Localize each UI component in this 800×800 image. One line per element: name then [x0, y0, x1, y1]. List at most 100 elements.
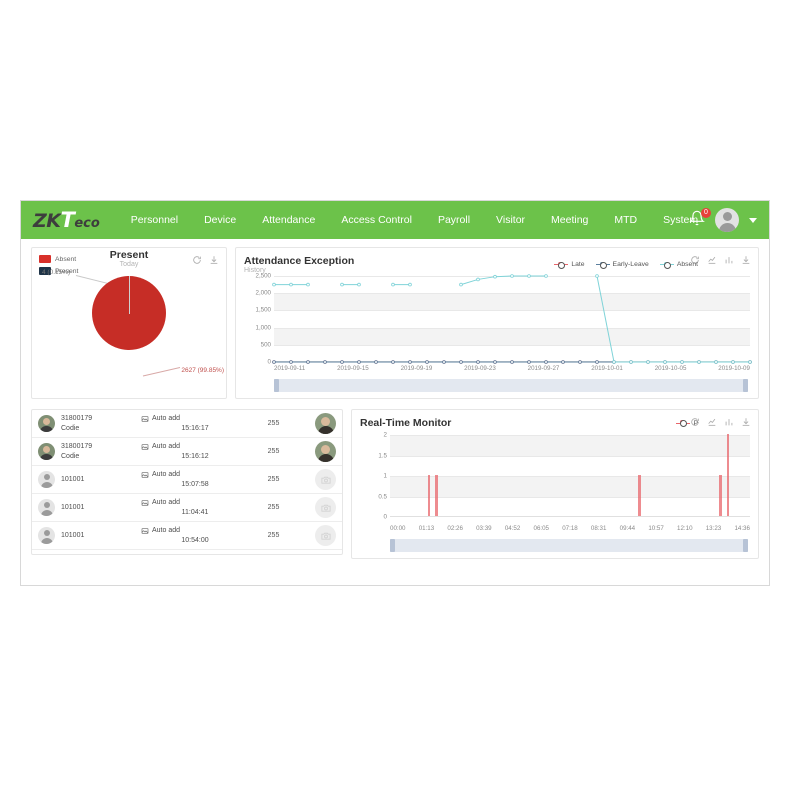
- download-icon[interactable]: [741, 417, 751, 427]
- series-point: [272, 282, 276, 287]
- camera-placeholder-icon[interactable]: [315, 469, 336, 490]
- table-row[interactable]: 31800179 Codie Auto add 15:16:12 255: [32, 438, 342, 466]
- table-row[interactable]: 101001 Auto add 15:07:58 255: [32, 466, 342, 494]
- table-row[interactable]: 31800179 Codie Auto add 15:16:17 255: [32, 410, 342, 438]
- top-navbar: ZKTeco Personnel Device Attendance Acces…: [21, 201, 769, 239]
- exception-range-slider[interactable]: [274, 379, 748, 392]
- series-point: [595, 274, 599, 278]
- slider-handle-left[interactable]: [274, 379, 279, 392]
- camera-icon: [320, 504, 331, 512]
- series-point: [578, 360, 582, 364]
- chevron-down-icon[interactable]: [749, 217, 757, 223]
- nav-item-attendance[interactable]: Attendance: [249, 201, 328, 239]
- nav-item-personnel[interactable]: Personnel: [118, 201, 191, 239]
- record-value: 255: [267, 420, 280, 427]
- series-point: [459, 360, 463, 364]
- x-tick-label: 10:57: [648, 525, 664, 532]
- slider-handle-left[interactable]: [390, 539, 395, 552]
- record-identity: 101001: [61, 531, 141, 541]
- record-event-time: 15:16:17: [181, 424, 209, 432]
- series-point: [663, 360, 667, 364]
- legend-item-late[interactable]: Late: [554, 261, 585, 269]
- record-event-label: Auto add: [152, 498, 181, 506]
- nav-item-mtd[interactable]: MTD: [601, 201, 650, 239]
- y-tick-label: 1,500: [255, 306, 271, 314]
- series-point: [408, 360, 412, 364]
- pie-label-absent: 2627 (99.85%): [181, 367, 224, 374]
- record-value: 255: [267, 448, 280, 455]
- legend-marker-p: [676, 420, 691, 427]
- refresh-icon[interactable]: [192, 255, 202, 265]
- image-icon: [141, 471, 149, 478]
- x-tick-label: 03:39: [476, 525, 492, 532]
- nav-item-visitor[interactable]: Visitor: [483, 201, 538, 239]
- table-row[interactable]: 101001 Auto add 10:54:00 255: [32, 522, 342, 550]
- bar-chart-icon[interactable]: [724, 417, 734, 427]
- x-tick-label: 2019-10-09: [718, 365, 750, 372]
- record-value: 255: [267, 532, 280, 539]
- slider-handle-right[interactable]: [743, 539, 748, 552]
- series-line: [596, 275, 750, 363]
- refresh-icon[interactable]: [690, 255, 700, 265]
- plot-band: [390, 435, 750, 456]
- zkteco-logo[interactable]: ZKTeco: [33, 209, 100, 231]
- camera-placeholder-icon[interactable]: [315, 525, 336, 546]
- download-icon[interactable]: [741, 255, 751, 265]
- pie-leader-line-absent: [142, 367, 181, 377]
- y-tick-label: 1.5: [378, 452, 387, 459]
- legend-swatch-absent: [39, 255, 51, 263]
- user-avatar-icon[interactable]: [715, 208, 739, 232]
- notification-badge: 0: [701, 208, 711, 218]
- nav-item-meeting[interactable]: Meeting: [538, 201, 601, 239]
- record-event: Auto add 10:54:00: [141, 526, 237, 546]
- camera-icon: [320, 532, 331, 540]
- record-event-time: 15:07:58: [181, 480, 209, 488]
- camera-placeholder-icon[interactable]: [315, 497, 336, 518]
- x-tick-label: 00:00: [390, 525, 406, 532]
- notification-bell-button[interactable]: 0: [689, 208, 711, 230]
- series-line: [460, 275, 546, 286]
- monitor-range-slider[interactable]: [390, 539, 748, 552]
- series-point: [544, 360, 548, 364]
- download-icon[interactable]: [209, 255, 219, 265]
- nav-item-access-control[interactable]: Access Control: [328, 201, 425, 239]
- slider-handle-right[interactable]: [743, 379, 748, 392]
- record-event-label: Auto add: [152, 442, 181, 450]
- x-tick-label: 09:44: [619, 525, 636, 532]
- legend-item-absent[interactable]: Absent: [39, 255, 78, 263]
- bar-chart-icon[interactable]: [724, 255, 734, 265]
- record-identity: 31800179 Codie: [61, 414, 141, 434]
- image-icon: [141, 443, 149, 450]
- x-tick-label: 2019-10-01: [591, 365, 623, 372]
- legend-label-early-leave: Early-Leave: [612, 261, 649, 268]
- legend-marker-late: [554, 261, 569, 269]
- gridline: [390, 476, 750, 477]
- record-photo-thumbnail[interactable]: [315, 413, 336, 434]
- records-list: 31800179 Codie Auto add 15:16:17 255 31800179…: [32, 410, 342, 550]
- record-event: Auto add 11:04:41: [141, 498, 237, 518]
- line-chart-icon[interactable]: [707, 417, 717, 427]
- nav-item-device[interactable]: Device: [191, 201, 249, 239]
- series-point: [680, 360, 684, 364]
- monitor-card-title: Real-Time Monitor: [360, 417, 452, 429]
- present-card-icons: [192, 255, 219, 265]
- line-chart-icon[interactable]: [707, 255, 717, 265]
- monitor-bar: [435, 475, 438, 516]
- monitor-y-axis: 0 0.5 1 1.5 2: [360, 432, 390, 521]
- series-point: [527, 274, 531, 278]
- table-row[interactable]: 101001 Auto add 11:04:41 255: [32, 494, 342, 522]
- legend-item-early-leave[interactable]: Early-Leave: [595, 261, 649, 269]
- monitor-bar: [638, 475, 641, 516]
- refresh-icon[interactable]: [690, 417, 700, 427]
- exception-card-title: Attendance Exception: [244, 255, 355, 267]
- x-tick-label: 01:13: [418, 525, 435, 532]
- nav-item-payroll[interactable]: Payroll: [425, 201, 483, 239]
- record-photo-thumbnail[interactable]: [315, 441, 336, 462]
- legend-label-late: Late: [571, 261, 585, 268]
- monitor-chart-plot: 0 0.5 1 1.5 2: [360, 432, 750, 521]
- y-tick-label: 2,500: [255, 272, 271, 280]
- present-card: Absent Present Present Today 4 (0.15%) 2…: [31, 247, 227, 399]
- x-tick-label: 2019-09-19: [400, 365, 433, 372]
- record-id: 101001: [61, 531, 85, 539]
- series-point: [272, 360, 276, 364]
